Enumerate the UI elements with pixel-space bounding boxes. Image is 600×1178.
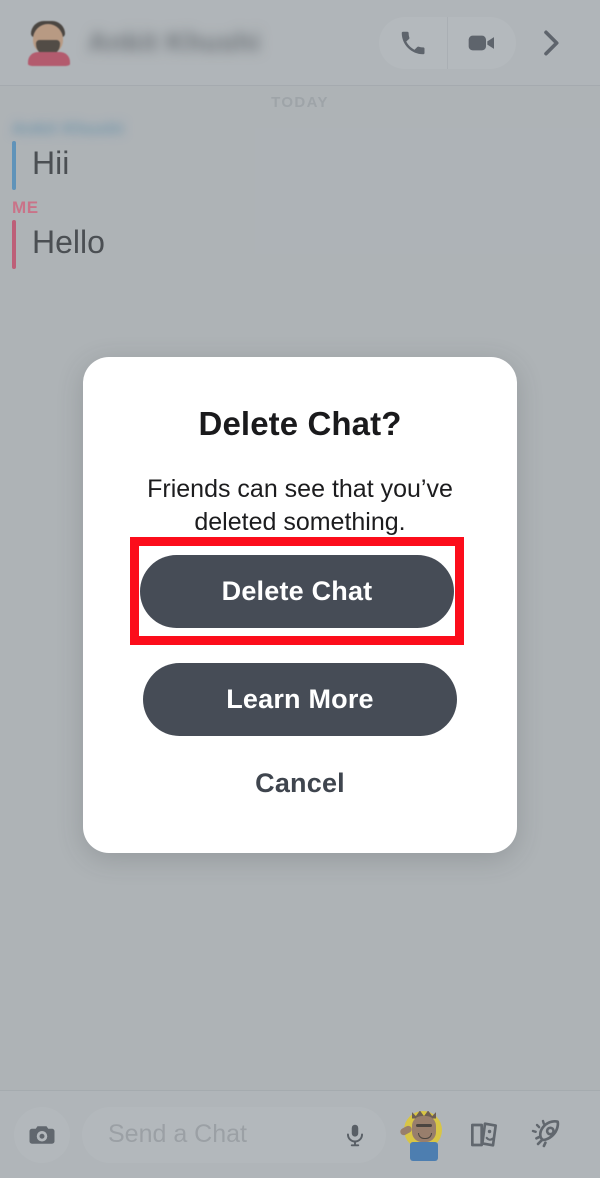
delete-chat-button[interactable]: Delete Chat bbox=[140, 554, 454, 628]
dialog-message: Friends can see that you’ve deleted some… bbox=[147, 475, 453, 536]
cancel-button[interactable]: Cancel bbox=[83, 767, 517, 800]
learn-more-wrapper: Learn More bbox=[143, 663, 457, 736]
delete-chat-dialog: Delete Chat? Friends can see that you’ve… bbox=[83, 357, 517, 853]
learn-more-button[interactable]: Learn More bbox=[143, 663, 457, 736]
delete-chat-highlight: Delete Chat bbox=[130, 537, 464, 645]
dialog-title: Delete Chat? bbox=[198, 405, 402, 442]
